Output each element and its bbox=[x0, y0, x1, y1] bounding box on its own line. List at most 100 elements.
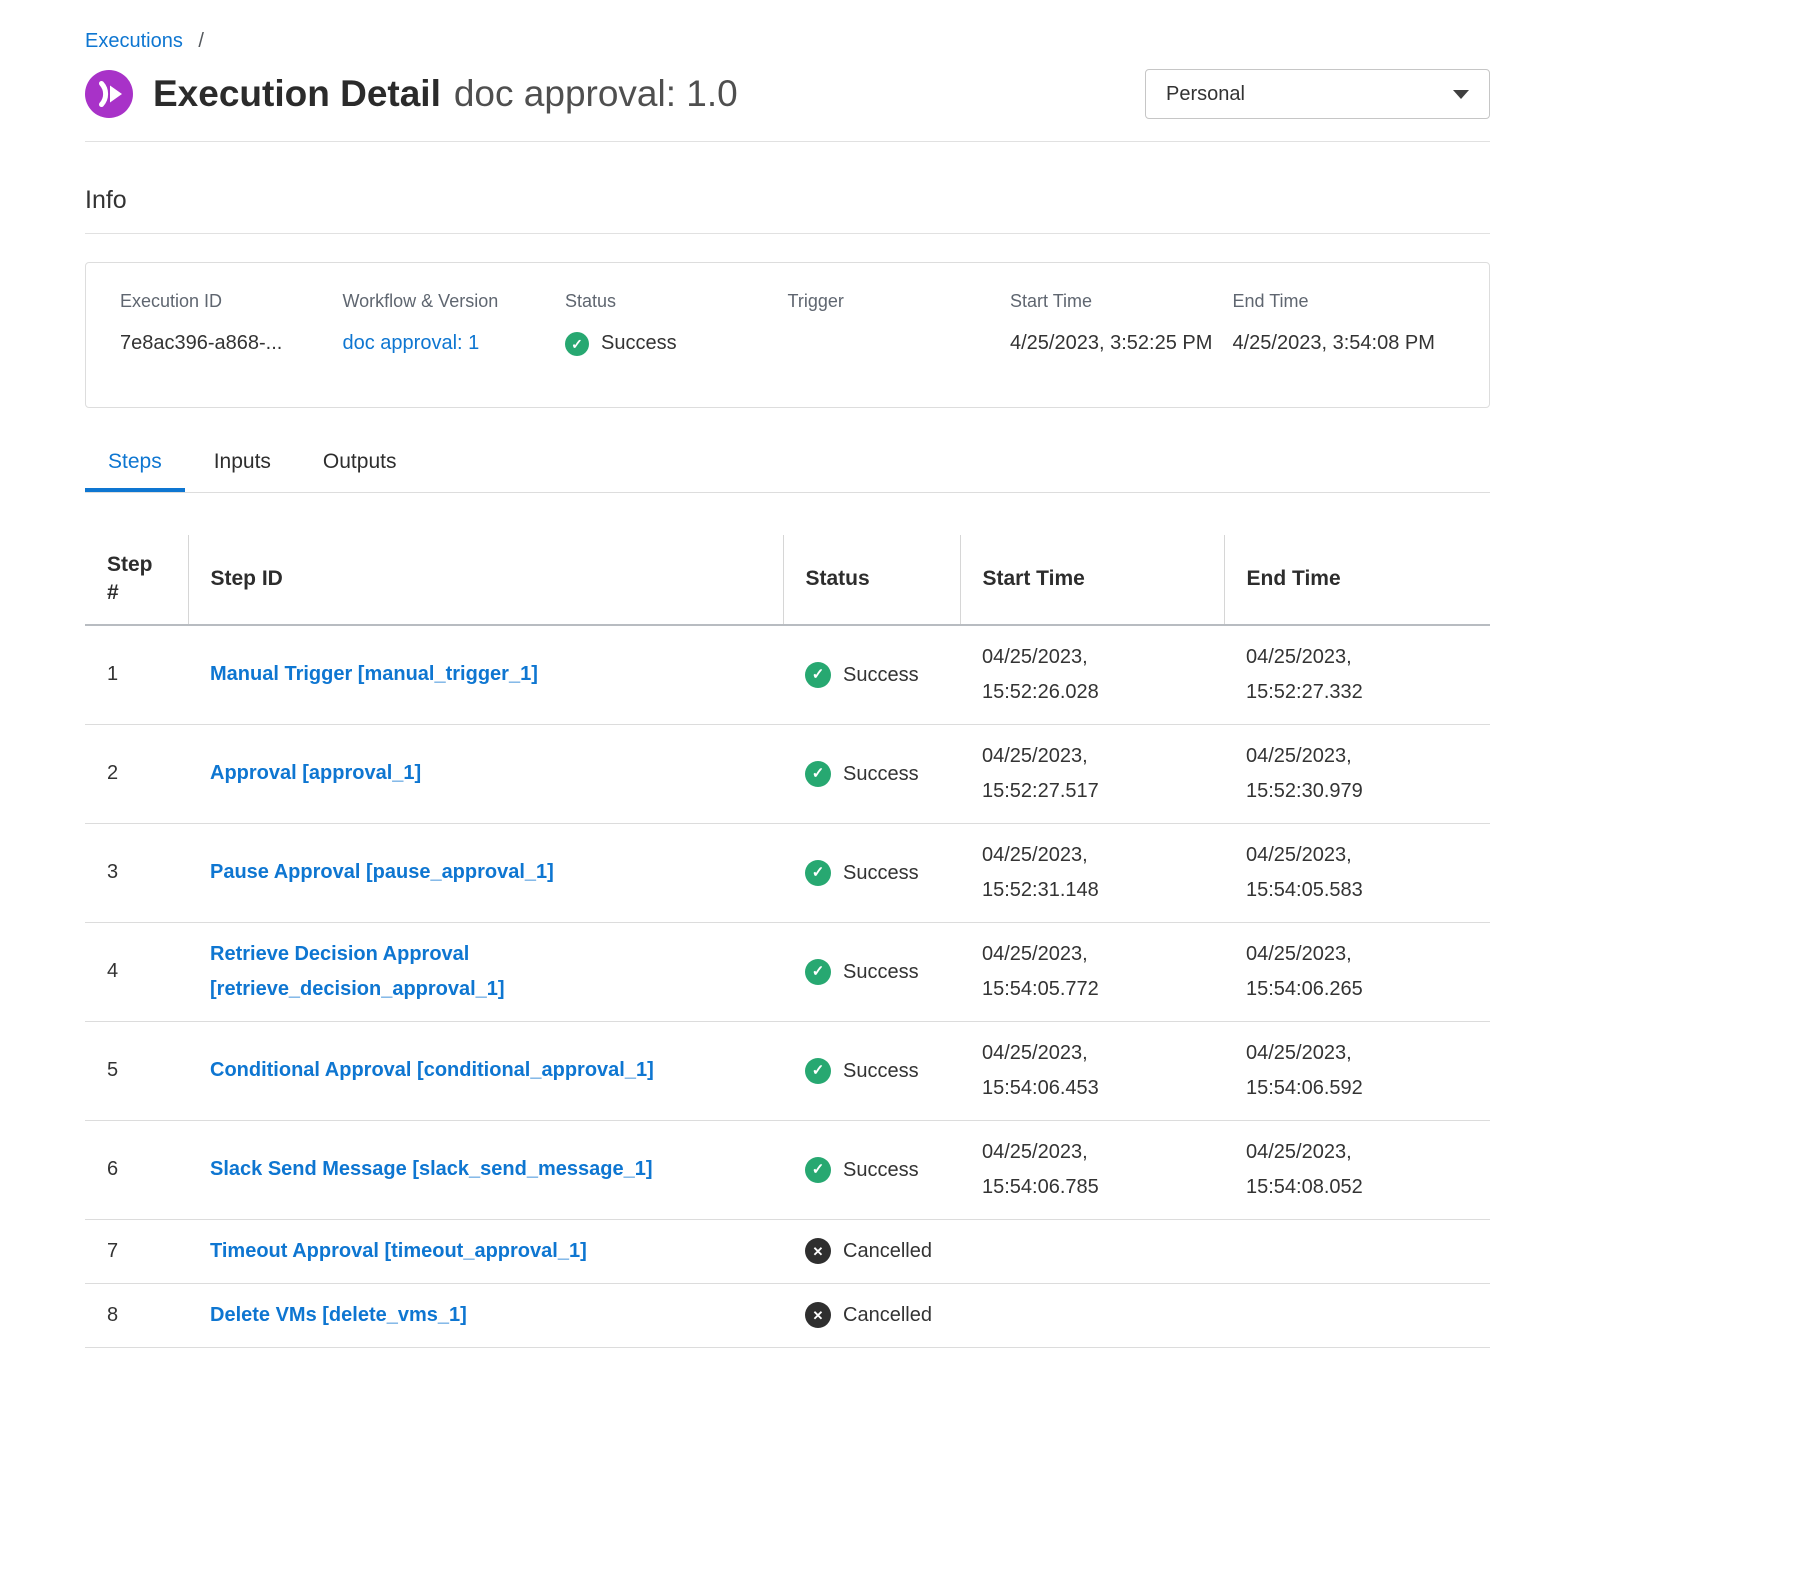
step-status-label: Cancelled bbox=[843, 1239, 932, 1263]
workflow-version-link[interactable]: doc approval: 1 bbox=[343, 332, 480, 354]
step-status-label: Cancelled bbox=[843, 1303, 932, 1327]
workflow-icon bbox=[85, 70, 133, 118]
table-row: 1 Manual Trigger [manual_trigger_1] Succ… bbox=[85, 625, 1490, 725]
execution-info-card: Execution ID 7e8ac396-a868-... Workflow … bbox=[85, 262, 1490, 408]
step-id-link[interactable]: Manual Trigger [manual_trigger_1] bbox=[210, 663, 538, 685]
success-check-icon bbox=[565, 332, 589, 356]
table-row: 3 Pause Approval [pause_approval_1] Succ… bbox=[85, 823, 1490, 922]
step-start-time: 04/25/2023, 15:52:31.148 bbox=[960, 823, 1224, 922]
step-id-link[interactable]: Retrieve Decision Approval [retrieve_dec… bbox=[210, 943, 505, 1000]
table-row: 4 Retrieve Decision Approval [retrieve_d… bbox=[85, 922, 1490, 1021]
cancelled-x-icon bbox=[805, 1238, 831, 1264]
success-check-icon bbox=[805, 860, 831, 886]
steps-table: Step # Step ID Status Start Time End Tim… bbox=[85, 535, 1490, 1348]
table-row: 8 Delete VMs [delete_vms_1] Cancelled bbox=[85, 1283, 1490, 1347]
step-num-cell: 1 bbox=[85, 625, 188, 725]
step-num-cell: 4 bbox=[85, 922, 188, 1021]
table-row: 2 Approval [approval_1] Success 04/25/20… bbox=[85, 724, 1490, 823]
step-num-cell: 3 bbox=[85, 823, 188, 922]
column-header-end-time: End Time bbox=[1224, 535, 1490, 625]
page-title: Execution Detail doc approval: 1.0 bbox=[153, 73, 738, 115]
step-num-cell: 5 bbox=[85, 1021, 188, 1120]
step-end-time: 04/25/2023, 15:52:30.979 bbox=[1224, 724, 1490, 823]
workspace-dropdown-value: Personal bbox=[1166, 83, 1245, 106]
step-id-link[interactable]: Pause Approval [pause_approval_1] bbox=[210, 861, 554, 883]
info-label: Trigger bbox=[788, 291, 993, 312]
step-start-time: 04/25/2023, 15:54:05.772 bbox=[960, 922, 1224, 1021]
column-header-status: Status bbox=[783, 535, 960, 625]
info-start-time: Start Time 4/25/2023, 3:52:25 PM bbox=[1010, 291, 1233, 377]
start-time-value: 4/25/2023, 3:52:25 PM bbox=[1010, 328, 1215, 359]
workspace-dropdown[interactable]: Personal bbox=[1145, 69, 1490, 119]
step-num-cell: 7 bbox=[85, 1219, 188, 1283]
step-end-time bbox=[1224, 1283, 1490, 1347]
step-start-time bbox=[960, 1283, 1224, 1347]
end-time-value: 4/25/2023, 3:54:08 PM bbox=[1233, 328, 1438, 359]
step-start-time: 04/25/2023, 15:54:06.785 bbox=[960, 1120, 1224, 1219]
breadcrumb: Executions / bbox=[85, 30, 1490, 53]
info-label: Status bbox=[565, 291, 770, 312]
success-check-icon bbox=[805, 662, 831, 688]
step-status-label: Success bbox=[843, 960, 919, 984]
step-end-time: 04/25/2023, 15:54:05.583 bbox=[1224, 823, 1490, 922]
cancelled-x-icon bbox=[805, 1302, 831, 1328]
page-title-subtitle: doc approval: 1.0 bbox=[454, 73, 738, 115]
info-workflow-version: Workflow & Version doc approval: 1 bbox=[343, 291, 566, 377]
step-end-time: 04/25/2023, 15:54:06.592 bbox=[1224, 1021, 1490, 1120]
breadcrumb-separator: / bbox=[198, 30, 204, 52]
tab-inputs[interactable]: Inputs bbox=[191, 450, 294, 492]
info-trigger: Trigger bbox=[788, 291, 1011, 377]
step-id-link[interactable]: Delete VMs [delete_vms_1] bbox=[210, 1304, 467, 1326]
step-num-cell: 8 bbox=[85, 1283, 188, 1347]
info-label: Workflow & Version bbox=[343, 291, 548, 312]
info-status: Status Success bbox=[565, 291, 788, 377]
table-row: 7 Timeout Approval [timeout_approval_1] … bbox=[85, 1219, 1490, 1283]
status-value: Success bbox=[601, 328, 677, 359]
column-header-step-num: Step # bbox=[85, 535, 188, 625]
steps-table-header-row: Step # Step ID Status Start Time End Tim… bbox=[85, 535, 1490, 625]
page-content: Executions / Execution Detail doc approv… bbox=[85, 0, 1490, 1348]
success-check-icon bbox=[805, 1157, 831, 1183]
step-id-link[interactable]: Conditional Approval [conditional_approv… bbox=[210, 1059, 654, 1081]
success-check-icon bbox=[805, 761, 831, 787]
page-title-main: Execution Detail bbox=[153, 73, 441, 115]
info-label: Start Time bbox=[1010, 291, 1215, 312]
column-header-step-id: Step ID bbox=[188, 535, 783, 625]
step-end-time: 04/25/2023, 15:52:27.332 bbox=[1224, 625, 1490, 725]
step-id-link[interactable]: Timeout Approval [timeout_approval_1] bbox=[210, 1240, 587, 1262]
step-id-link[interactable]: Slack Send Message [slack_send_message_1… bbox=[210, 1158, 652, 1180]
title-divider bbox=[85, 141, 1490, 142]
info-label: End Time bbox=[1233, 291, 1438, 312]
step-end-time: 04/25/2023, 15:54:06.265 bbox=[1224, 922, 1490, 1021]
info-divider bbox=[85, 233, 1490, 234]
success-check-icon bbox=[805, 1058, 831, 1084]
step-status-label: Success bbox=[843, 663, 919, 687]
execution-id-value: 7e8ac396-a868-... bbox=[120, 328, 325, 359]
table-row: 5 Conditional Approval [conditional_appr… bbox=[85, 1021, 1490, 1120]
step-end-time: 04/25/2023, 15:54:08.052 bbox=[1224, 1120, 1490, 1219]
tab-outputs[interactable]: Outputs bbox=[300, 450, 420, 492]
step-end-time bbox=[1224, 1219, 1490, 1283]
table-row: 6 Slack Send Message [slack_send_message… bbox=[85, 1120, 1490, 1219]
success-check-icon bbox=[805, 959, 831, 985]
step-start-time: 04/25/2023, 15:52:26.028 bbox=[960, 625, 1224, 725]
chevron-down-icon bbox=[1453, 90, 1469, 99]
step-num-cell: 6 bbox=[85, 1120, 188, 1219]
info-label: Execution ID bbox=[120, 291, 325, 312]
step-start-time bbox=[960, 1219, 1224, 1283]
step-id-link[interactable]: Approval [approval_1] bbox=[210, 762, 421, 784]
step-num-cell: 2 bbox=[85, 724, 188, 823]
step-status-label: Success bbox=[843, 861, 919, 885]
tab-inputs-label: Inputs bbox=[214, 450, 271, 473]
tab-steps-label: Steps bbox=[108, 450, 162, 473]
info-section-title: Info bbox=[85, 186, 1490, 215]
step-status-label: Success bbox=[843, 1158, 919, 1182]
breadcrumb-executions-link[interactable]: Executions bbox=[85, 30, 183, 52]
tab-outputs-label: Outputs bbox=[323, 450, 397, 473]
tab-steps[interactable]: Steps bbox=[85, 450, 185, 492]
title-row: Execution Detail doc approval: 1.0 Perso… bbox=[85, 69, 1490, 119]
detail-tabs: Steps Inputs Outputs bbox=[85, 450, 1490, 493]
step-status-label: Success bbox=[843, 1059, 919, 1083]
column-header-start-time: Start Time bbox=[960, 535, 1224, 625]
step-start-time: 04/25/2023, 15:54:06.453 bbox=[960, 1021, 1224, 1120]
